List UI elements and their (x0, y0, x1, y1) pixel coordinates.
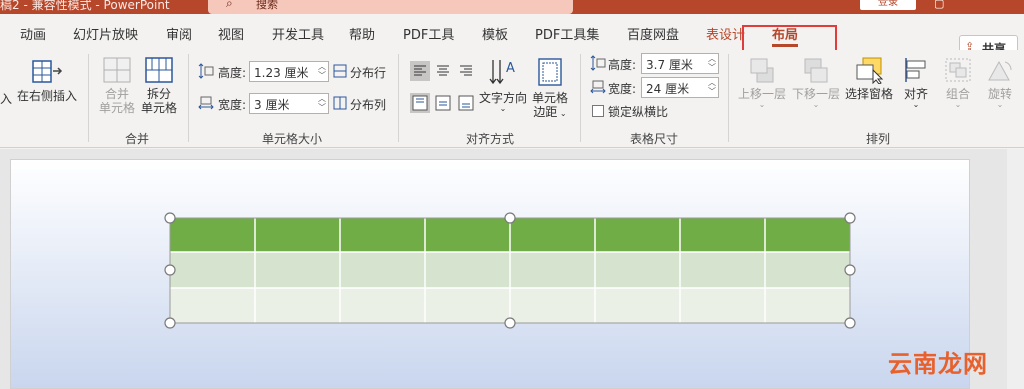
table-overlay (164, 212, 856, 329)
resize-handle[interactable] (164, 264, 176, 276)
watermark: 云南龙网 (888, 350, 988, 378)
resize-handle[interactable] (844, 317, 856, 329)
table[interactable] (169, 217, 851, 324)
resize-handle[interactable] (164, 212, 176, 224)
resize-handle[interactable] (504, 212, 516, 224)
resize-handle[interactable] (504, 317, 516, 329)
resize-handle[interactable] (844, 264, 856, 276)
resize-handle[interactable] (164, 317, 176, 329)
resize-handle[interactable] (844, 212, 856, 224)
